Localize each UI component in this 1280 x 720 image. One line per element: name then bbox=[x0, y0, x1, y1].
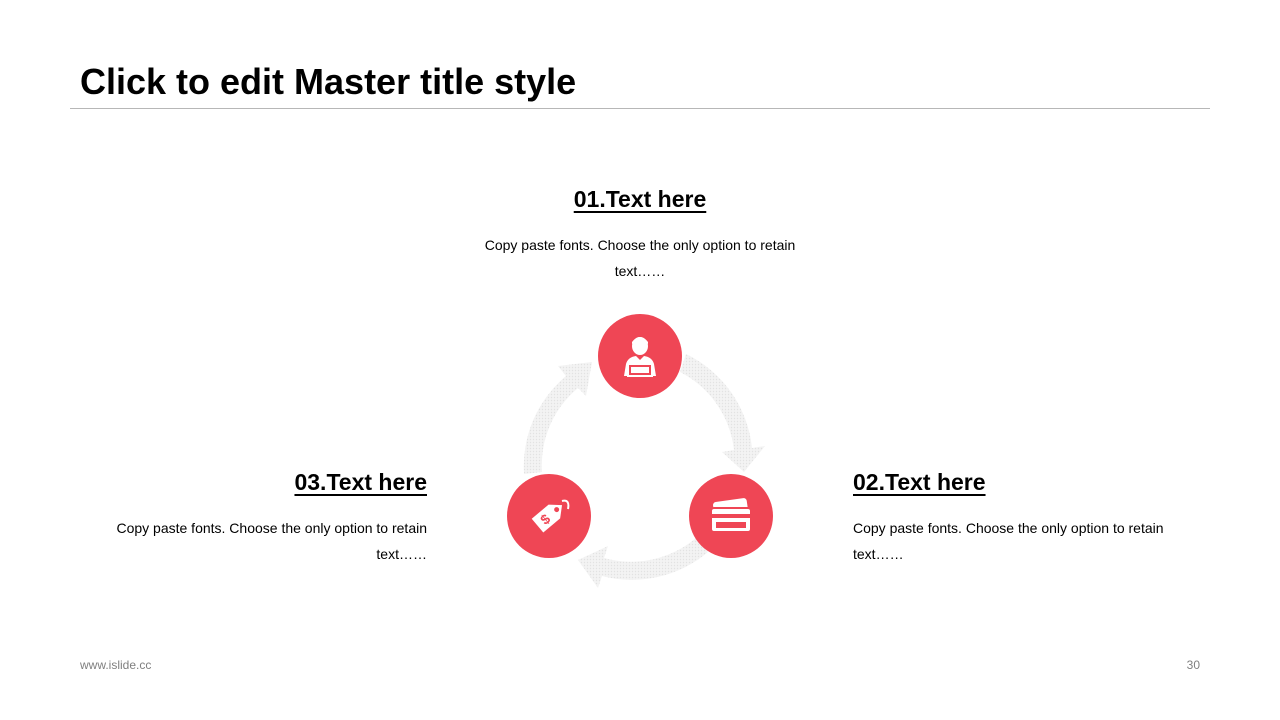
person-laptop-icon bbox=[624, 337, 656, 377]
item-3-icon-circle[interactable]: $ bbox=[507, 474, 591, 558]
arrow-2-to-3 bbox=[578, 538, 708, 588]
slide-title[interactable]: Click to edit Master title style bbox=[80, 60, 576, 104]
item-2-icon-circle[interactable] bbox=[689, 474, 773, 558]
item-1-body[interactable]: Copy paste fonts. Choose the only option… bbox=[470, 232, 810, 284]
price-tag-icon: $ bbox=[531, 499, 570, 533]
title-divider bbox=[70, 108, 1210, 109]
item-2-heading[interactable]: 02.Text here bbox=[853, 467, 986, 497]
credit-card-icon bbox=[710, 498, 752, 533]
item-1-icon-circle[interactable] bbox=[598, 314, 682, 398]
arrow-1-to-2 bbox=[680, 354, 765, 472]
slide: Click to edit Master title style 01.Text… bbox=[0, 0, 1280, 720]
item-3-heading[interactable]: 03.Text here bbox=[227, 467, 427, 497]
footer-website: www.islide.cc bbox=[80, 658, 152, 672]
item-1-heading[interactable]: 01.Text here bbox=[440, 184, 840, 214]
page-number: 30 bbox=[1186, 658, 1200, 672]
arrow-3-to-1 bbox=[523, 362, 592, 474]
item-2-body[interactable]: Copy paste fonts. Choose the only option… bbox=[853, 515, 1193, 567]
item-3-body[interactable]: Copy paste fonts. Choose the only option… bbox=[87, 515, 427, 567]
